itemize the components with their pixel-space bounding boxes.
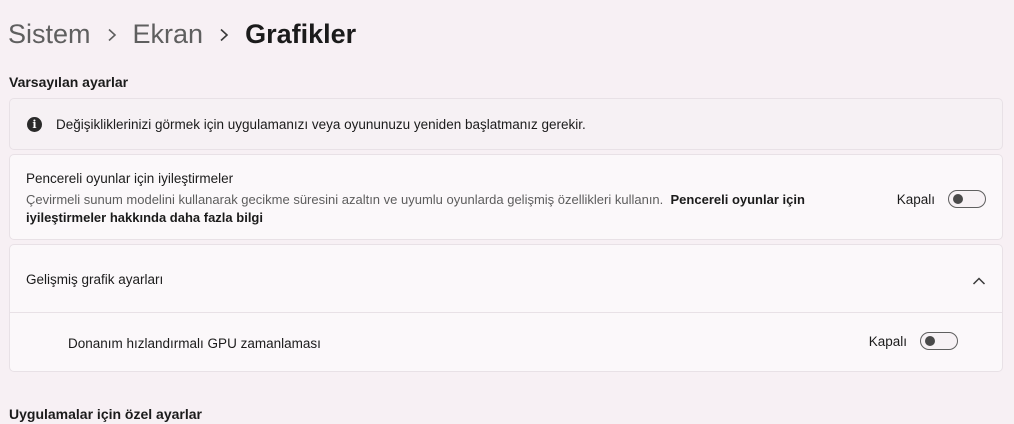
- gpu-scheduling-label: Donanım hızlandırmalı GPU zamanlaması: [68, 336, 321, 351]
- info-message: Değişikliklerinizi görmek için uygulaman…: [56, 116, 586, 132]
- info-icon: i: [27, 116, 42, 132]
- windowed-games-description: Çevirmeli sunum modelini kullanarak geci…: [26, 191, 876, 227]
- section-title-app-settings: Uygulamalar için özel ayarlar: [9, 406, 202, 422]
- chevron-up-icon[interactable]: [972, 273, 986, 291]
- windowed-games-title: Pencereli oyunlar için iyileştirmeler: [26, 171, 234, 186]
- chevron-right-icon: [203, 19, 245, 50]
- advanced-graphics-title: Gelişmiş grafik ayarları: [26, 272, 164, 287]
- windowed-games-card: Pencereli oyunlar için iyileştirmeler Çe…: [9, 154, 1003, 240]
- advanced-graphics-header[interactable]: Gelişmiş grafik ayarları: [10, 245, 1002, 313]
- gpu-scheduling-toggle[interactable]: [920, 332, 958, 350]
- windowed-games-toggle[interactable]: [948, 190, 986, 208]
- toggle-knob: [925, 336, 935, 346]
- toggle-knob: [953, 194, 963, 204]
- page-title: Grafikler: [245, 18, 357, 49]
- chevron-right-icon: [91, 19, 133, 50]
- windowed-games-toggle-group: Kapalı: [897, 190, 986, 208]
- gpu-scheduling-state-label: Kapalı: [868, 333, 907, 349]
- gpu-scheduling-toggle-group: Kapalı: [869, 332, 958, 350]
- windowed-games-description-text: Çevirmeli sunum modelini kullanarak geci…: [26, 192, 664, 207]
- advanced-graphics-card: Gelişmiş grafik ayarları Donanım hızland…: [9, 244, 1003, 372]
- windowed-games-state-label: Kapalı: [896, 191, 935, 207]
- breadcrumb-sistem[interactable]: Sistem: [8, 19, 91, 50]
- breadcrumb: Sistem Ekran Grafikler: [8, 14, 356, 54]
- section-title-default-settings: Varsayılan ayarlar: [9, 74, 129, 90]
- info-banner: i Değişikliklerinizi görmek için uygulam…: [9, 98, 1003, 150]
- breadcrumb-ekran[interactable]: Ekran: [133, 19, 204, 50]
